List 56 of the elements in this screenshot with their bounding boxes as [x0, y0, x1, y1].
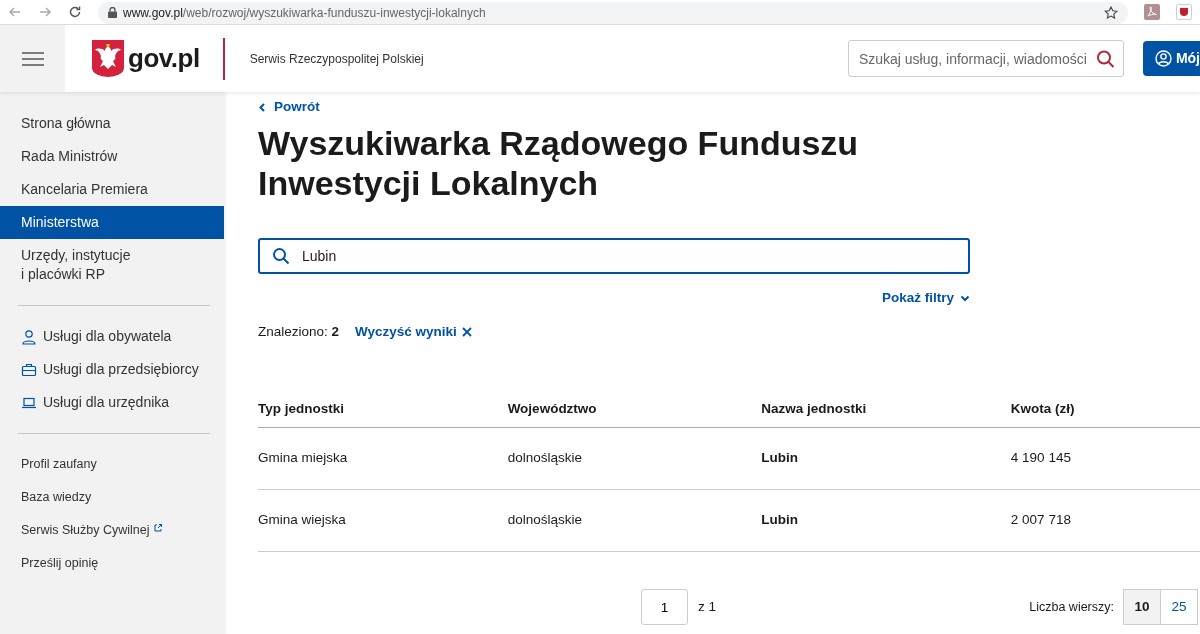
table-cell: 4 190 145: [1010, 427, 1200, 490]
rows-per-page-label: Liczba wierszy:: [1029, 598, 1114, 616]
site-logo-text[interactable]: gov.pl: [128, 39, 200, 78]
table-cell: dolnośląskie: [507, 489, 762, 552]
sidebar-item[interactable]: Kancelaria Premiera: [0, 173, 224, 206]
sidebar-link[interactable]: Serwis Służby Cywilnej: [0, 514, 162, 547]
chevron-down-icon: [959, 293, 970, 303]
eagle-emblem-icon: [92, 40, 124, 77]
sidebar-link[interactable]: Prześlij opinię: [0, 547, 99, 580]
sidebar-item[interactable]: Rada Ministrów: [0, 140, 224, 173]
clear-results-link[interactable]: Wyczyść wyniki: [355, 322, 472, 343]
page-size-button[interactable]: 25: [1160, 589, 1198, 626]
pdf-extension-icon[interactable]: [1144, 4, 1160, 20]
shield-extension-icon[interactable]: [1176, 4, 1192, 20]
table-cell: dolnośląskie: [507, 427, 762, 490]
column-header: Typ jednostki: [258, 390, 508, 428]
chevron-left-icon: [258, 103, 267, 112]
column-header: Nazwa jednostki: [761, 390, 1011, 428]
show-filters-link[interactable]: Pokaż filtry: [881, 288, 970, 309]
user-circle-icon: [1154, 50, 1172, 67]
table-cell: Gmina miejska: [258, 427, 508, 490]
table-cell: Gmina wiejska: [258, 489, 508, 552]
service-name: Serwis Rzeczypospolitej Polskiej: [249, 50, 424, 68]
menu-icon[interactable]: [21, 51, 44, 66]
site-search-field[interactable]: Szukaj usług, informacji, wiadomości: [847, 40, 1124, 77]
page-title: Wyszukiwarka Rządowego Funduszu Inwestycji Lokalnych: [258, 123, 860, 203]
page-number-field[interactable]: 1: [641, 589, 688, 626]
external-link-icon: [153, 524, 162, 532]
sidebar-item[interactable]: Usługi dla obywatela: [0, 320, 224, 353]
column-header: Kwota (zł): [1010, 390, 1200, 428]
address-bar[interactable]: www.gov.pl/web/rozwoj/wyszukiwarka-funduszu-inwestycji-lokalnych: [98, 1, 1128, 24]
person-icon: [21, 328, 37, 345]
sidebar-item[interactable]: Usługi dla przedsiębiorcy: [0, 353, 224, 386]
page-count: z 1: [698, 598, 716, 617]
sidebar-item[interactable]: Ministerstwa: [0, 206, 224, 239]
sidebar-link[interactable]: Profil zaufany: [0, 448, 97, 481]
column-header: Województwo: [507, 390, 762, 428]
search-icon[interactable]: [1095, 49, 1115, 68]
search-field[interactable]: Lubin: [258, 238, 970, 274]
search-icon: [272, 247, 290, 265]
briefcase-icon: [21, 361, 37, 378]
table-cell: 2 007 718: [1010, 489, 1200, 552]
page-size-button[interactable]: 10: [1123, 589, 1161, 626]
sidebar-link[interactable]: Baza wiedzy: [0, 481, 92, 514]
star-icon[interactable]: [1104, 5, 1118, 20]
results-count: Znaleziono: 2: [258, 323, 340, 342]
table-cell: Lubin: [761, 427, 1011, 490]
lock-icon: [108, 7, 117, 18]
reload-icon[interactable]: [68, 5, 82, 19]
back-link[interactable]: Powrót: [258, 97, 320, 118]
close-icon: [461, 327, 472, 338]
account-button[interactable]: Mój: [1142, 41, 1200, 76]
sidebar-item[interactable]: Urzędy, instytucje i placówki RP: [0, 239, 155, 291]
table-cell: Lubin: [761, 489, 1011, 552]
sidebar-item[interactable]: Strona główna: [0, 107, 224, 140]
sidebar-item[interactable]: Usługi dla urzędnika: [0, 386, 224, 419]
